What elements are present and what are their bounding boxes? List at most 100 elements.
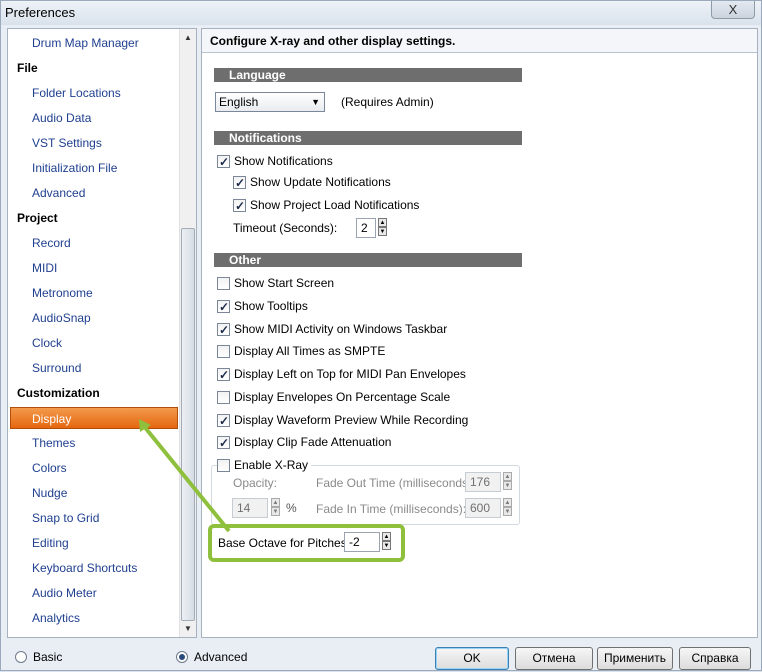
- sidebar-item-surround[interactable]: Surround: [8, 357, 180, 379]
- sidebar-item-audio-data[interactable]: Audio Data: [8, 107, 180, 129]
- checkbox-icon: [233, 174, 246, 192]
- checkbox-icon: [217, 298, 230, 316]
- show-update-notifications-checkbox[interactable]: Show Update Notifications: [233, 173, 391, 192]
- fade-out-spinner[interactable]: ▲ ▼: [503, 472, 512, 492]
- sidebar-list: Drum Map Manager File Folder Locations Audi…: [8, 29, 180, 637]
- ok-button[interactable]: OK: [435, 647, 509, 670]
- close-button[interactable]: X: [711, 1, 755, 19]
- sidebar-item-customization[interactable]: Customization: [8, 382, 180, 404]
- sidebar-item-themes[interactable]: Themes: [8, 432, 180, 454]
- other-option-checkbox[interactable]: Display All Times as SMPTE: [217, 342, 385, 360]
- sidebar-item-project[interactable]: Project: [8, 207, 180, 229]
- checkbox-label: Display Envelopes On Percentage Scale: [234, 390, 451, 404]
- other-option-checkbox[interactable]: Display Envelopes On Percentage Scale: [217, 388, 450, 406]
- sidebar-item-colors[interactable]: Colors: [8, 457, 180, 479]
- other-option-checkbox[interactable]: Show Tooltips: [217, 297, 308, 316]
- opacity-spinner[interactable]: ▲ ▼: [271, 498, 280, 518]
- preferences-window: Preferences X Drum Map Manager File Folder…: [0, 0, 762, 671]
- sidebar-item-editing[interactable]: Editing: [8, 532, 180, 554]
- sidebar-item-vst-settings[interactable]: VST Settings: [8, 132, 180, 154]
- checkbox-label: Display Waveform Preview While Recording: [234, 413, 469, 427]
- sidebar-scrollbar[interactable]: ▲ ▼: [179, 29, 196, 637]
- cancel-button[interactable]: Отмена: [515, 647, 593, 670]
- other-option-checkbox[interactable]: Display Waveform Preview While Recording: [217, 411, 469, 430]
- spin-down-icon[interactable]: ▼: [503, 507, 512, 516]
- show-notifications-checkbox[interactable]: Show Notifications: [217, 152, 333, 171]
- spin-up-icon[interactable]: ▲: [382, 532, 391, 541]
- sidebar-item-snap-to-grid[interactable]: Snap to Grid: [8, 507, 180, 529]
- sidebar-item-record[interactable]: Record: [8, 232, 180, 254]
- checkbox-label: Display All Times as SMPTE: [234, 344, 386, 358]
- sidebar-item-nudge[interactable]: Nudge: [8, 482, 180, 504]
- spin-down-icon[interactable]: ▼: [503, 481, 512, 490]
- base-octave-input[interactable]: -2: [344, 532, 380, 552]
- sidebar-item-display[interactable]: Display: [10, 407, 178, 429]
- mode-basic-radio[interactable]: Basic: [15, 649, 62, 665]
- other-option-checkbox[interactable]: Display Left on Top for MIDI Pan Envelop…: [217, 365, 466, 384]
- sidebar-item-midi[interactable]: MIDI: [8, 257, 180, 279]
- spin-up-icon[interactable]: ▲: [378, 218, 387, 227]
- apply-button[interactable]: Применить: [597, 647, 673, 670]
- opacity-unit: %: [286, 501, 297, 515]
- spin-down-icon[interactable]: ▼: [382, 541, 391, 550]
- title-bar: Preferences X: [1, 1, 761, 25]
- sidebar-item-keyboard-shortcuts[interactable]: Keyboard Shortcuts: [8, 557, 180, 579]
- section-other: Other: [214, 253, 522, 267]
- checkbox-label: Show Tooltips: [234, 299, 308, 313]
- radio-label: Advanced: [194, 650, 248, 664]
- sidebar-item-advanced[interactable]: Advanced: [8, 182, 180, 204]
- mode-advanced-radio[interactable]: Advanced: [176, 649, 247, 665]
- help-button[interactable]: Справка: [679, 647, 751, 670]
- timeout-input[interactable]: 2: [356, 218, 376, 238]
- checkbox-icon: [217, 276, 230, 290]
- sidebar-item-initialization-file[interactable]: Initialization File: [8, 157, 180, 179]
- fade-in-spinner[interactable]: ▲ ▼: [503, 498, 512, 518]
- sidebar-item-audiosnap[interactable]: AudioSnap: [8, 307, 180, 329]
- spin-up-icon[interactable]: ▲: [271, 498, 280, 507]
- fade-out-input[interactable]: 176: [465, 472, 501, 492]
- spin-up-icon[interactable]: ▲: [503, 472, 512, 481]
- sidebar-item-file[interactable]: File: [8, 57, 180, 79]
- fade-in-label: Fade In Time (milliseconds):: [316, 502, 467, 516]
- sidebar-item-drum-map-manager[interactable]: Drum Map Manager: [8, 32, 180, 54]
- sidebar-tree: Drum Map Manager File Folder Locations Audi…: [7, 28, 197, 638]
- page-title: Configure X-ray and other display settin…: [210, 34, 456, 48]
- base-octave-label: Base Octave for Pitches:: [218, 536, 351, 550]
- language-note: (Requires Admin): [341, 95, 434, 109]
- checkbox-icon: [217, 458, 230, 472]
- scroll-thumb[interactable]: [181, 228, 195, 621]
- spin-down-icon[interactable]: ▼: [378, 227, 387, 236]
- checkbox-label: Show Notifications: [234, 154, 333, 168]
- spin-down-icon[interactable]: ▼: [271, 507, 280, 516]
- show-project-load-notifications-checkbox[interactable]: Show Project Load Notifications: [233, 196, 419, 215]
- enable-xray-checkbox[interactable]: Enable X-Ray: [217, 456, 312, 474]
- sidebar-item-audio-meter[interactable]: Audio Meter: [8, 582, 180, 604]
- section-notifications: Notifications: [214, 131, 522, 145]
- base-octave-spinner[interactable]: ▲ ▼: [382, 532, 391, 552]
- sidebar-item-analytics[interactable]: Analytics: [8, 607, 180, 629]
- scroll-up-icon[interactable]: ▲: [180, 29, 196, 46]
- timeout-label: Timeout (Seconds):: [233, 221, 338, 235]
- other-option-checkbox[interactable]: Display Clip Fade Attenuation: [217, 433, 392, 452]
- other-option-checkbox[interactable]: Show MIDI Activity on Windows Taskbar: [217, 320, 447, 339]
- checkbox-icon: [217, 412, 230, 430]
- language-select[interactable]: English ▼: [215, 92, 325, 112]
- sidebar-item-clock[interactable]: Clock: [8, 332, 180, 354]
- fade-out-label: Fade Out Time (milliseconds):: [316, 476, 476, 490]
- radio-icon: [15, 651, 27, 663]
- checkbox-label: Display Clip Fade Attenuation: [234, 435, 392, 449]
- radio-icon: [176, 651, 188, 663]
- timeout-spinner[interactable]: ▲ ▼: [378, 218, 387, 238]
- scroll-down-icon[interactable]: ▼: [180, 620, 196, 637]
- checkbox-label: Show Update Notifications: [250, 175, 391, 189]
- radio-label: Basic: [33, 650, 63, 664]
- other-option-checkbox[interactable]: Show Start Screen: [217, 274, 334, 292]
- spin-up-icon[interactable]: ▲: [503, 498, 512, 507]
- sidebar-item-folder-locations[interactable]: Folder Locations: [8, 82, 180, 104]
- fade-in-input[interactable]: 600: [465, 498, 501, 518]
- settings-panel: Configure X-ray and other display settin…: [201, 28, 758, 638]
- checkbox-icon: [217, 366, 230, 384]
- sidebar-item-metronome[interactable]: Metronome: [8, 282, 180, 304]
- opacity-label: Opacity:: [233, 476, 278, 490]
- opacity-input[interactable]: 14: [232, 498, 268, 518]
